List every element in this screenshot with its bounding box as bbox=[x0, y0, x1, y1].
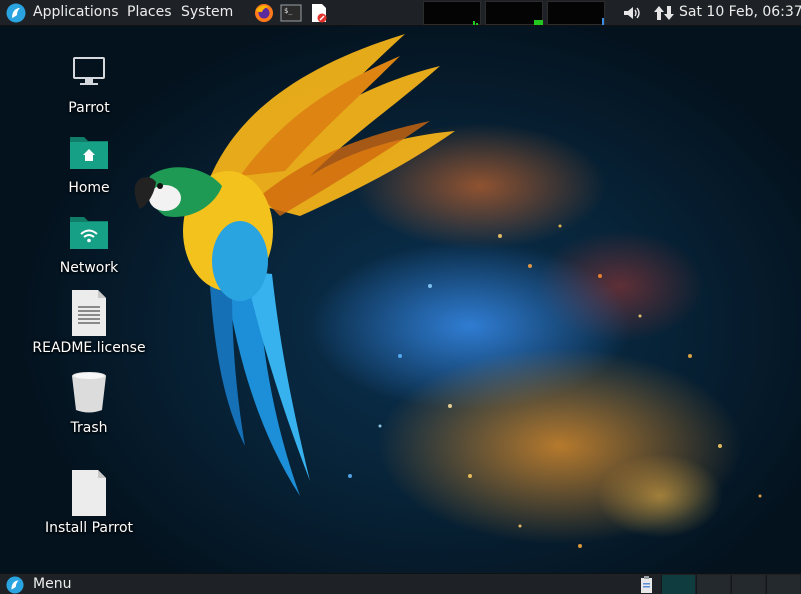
text-file-icon bbox=[65, 290, 113, 338]
desktop-icon-trash[interactable]: Trash bbox=[29, 370, 149, 436]
home-folder-icon bbox=[65, 130, 113, 178]
applications-menu[interactable]: Applications bbox=[33, 4, 119, 20]
bottom-menu-button[interactable]: Menu bbox=[33, 576, 71, 592]
terminal-icon[interactable]: $_ bbox=[280, 3, 302, 23]
memory-graph bbox=[485, 1, 543, 25]
network-folder-icon bbox=[65, 210, 113, 258]
installer-file-icon bbox=[65, 470, 113, 518]
places-menu[interactable]: Places bbox=[127, 4, 172, 20]
desktop-icon-label: README.license bbox=[32, 340, 146, 356]
parrot-logo-icon[interactable] bbox=[6, 3, 26, 23]
text-editor-icon[interactable] bbox=[309, 3, 329, 23]
desktop-icon-home[interactable]: Home bbox=[29, 130, 149, 196]
desktop-icon-install-parrot[interactable]: Install Parrot bbox=[29, 470, 149, 536]
network-activity-icon[interactable] bbox=[653, 3, 674, 23]
menu-parrot-logo-icon[interactable] bbox=[6, 576, 26, 594]
desktop-icon-parrot[interactable]: Parrot bbox=[29, 50, 149, 116]
workspace-4[interactable] bbox=[766, 575, 800, 594]
top-panel: Applications Places System $_ Sat 10 Feb… bbox=[0, 0, 801, 26]
parrot-tail bbox=[210, 271, 310, 496]
workspace-2[interactable] bbox=[696, 575, 730, 594]
desktop-icon-readme[interactable]: README.license bbox=[29, 290, 149, 356]
panel-clock[interactable]: Sat 10 Feb, 06:37 bbox=[679, 4, 801, 20]
firefox-icon[interactable] bbox=[254, 3, 274, 23]
bottom-panel: Menu bbox=[0, 573, 801, 594]
desktop-icon-label: Trash bbox=[70, 420, 108, 436]
clipboard-icon[interactable] bbox=[638, 575, 656, 594]
parrot-body bbox=[134, 167, 273, 301]
particle-burst bbox=[348, 224, 762, 548]
workspace-3[interactable] bbox=[731, 575, 765, 594]
desktop-icon-label: Install Parrot bbox=[45, 520, 133, 536]
svg-text:$_: $_ bbox=[284, 7, 293, 15]
cpu-graph bbox=[423, 1, 481, 25]
volume-icon[interactable] bbox=[622, 3, 642, 23]
desktop-icon-label: Parrot bbox=[68, 100, 110, 116]
network-graph bbox=[547, 1, 605, 25]
desktop-icon-label: Home bbox=[68, 180, 110, 196]
workspace-1[interactable] bbox=[661, 575, 695, 594]
system-menu[interactable]: System bbox=[181, 4, 233, 20]
trash-icon bbox=[65, 370, 113, 418]
computer-icon bbox=[65, 50, 113, 98]
desktop-icon-network[interactable]: Network bbox=[29, 210, 149, 276]
desktop-icon-label: Network bbox=[59, 260, 119, 276]
